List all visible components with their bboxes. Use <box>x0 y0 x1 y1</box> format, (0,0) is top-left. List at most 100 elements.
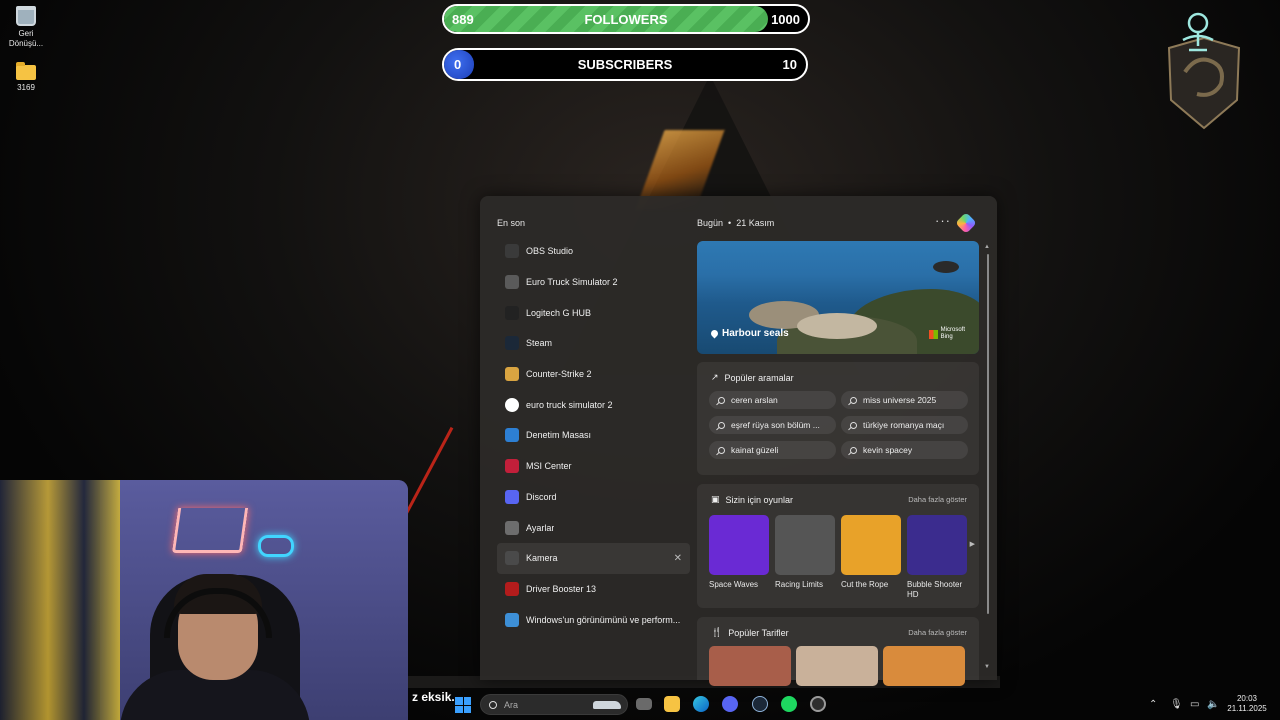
popular-search-pill[interactable]: kainat güzeli <box>709 441 836 459</box>
taskbar-clock[interactable]: 20:03 21.11.2025 <box>1224 694 1270 714</box>
obs-icon <box>505 244 519 259</box>
network-icon[interactable]: ▭ <box>1190 699 1199 710</box>
game-thumbnail <box>775 515 835 575</box>
recent-item[interactable]: Ayarlar <box>497 512 690 543</box>
discord-taskbar-icon[interactable] <box>722 696 738 712</box>
scroll-up-arrow-icon[interactable]: ▲ <box>984 244 990 250</box>
recent-item[interactable]: Steam <box>497 328 690 359</box>
file-explorer-icon[interactable] <box>664 696 680 712</box>
settings-icon <box>505 520 519 535</box>
recent-item[interactable]: MSI Center <box>497 451 690 482</box>
recent-item-label: Kamera <box>526 553 558 564</box>
remove-close-icon[interactable]: ✕ <box>674 553 682 564</box>
recipe-thumbnail[interactable] <box>883 646 965 686</box>
hero-location[interactable]: Harbour seals <box>709 328 789 339</box>
popular-search-text: kainat güzeli <box>731 445 779 455</box>
recent-item[interactable]: Discord <box>497 482 690 513</box>
spotify-icon[interactable] <box>781 696 797 712</box>
popular-search-pill[interactable]: miss universe 2025 <box>841 391 968 409</box>
location-pin-icon <box>709 328 720 339</box>
search-icon <box>489 700 497 709</box>
hero-seal <box>797 313 877 339</box>
taskbar-search[interactable]: Ara <box>480 694 628 715</box>
subscribers-label: SUBSCRIBERS <box>577 57 673 72</box>
control-panel-icon <box>505 428 519 443</box>
driver-booster-icon <box>505 581 519 596</box>
recent-item[interactable]: Counter-Strike 2 <box>497 359 690 390</box>
desktop-icon-folder[interactable]: 3169 <box>1 62 51 93</box>
recent-item[interactable]: Logitech G HUB <box>497 297 690 328</box>
recent-item[interactable]: Kamera ✕ <box>497 542 690 574</box>
popular-search-text: ceren arslan <box>731 395 778 405</box>
start-button[interactable] <box>455 697 471 713</box>
games-card: ▣ Sizin için oyunlar Daha fazla göster S… <box>697 484 979 608</box>
subscribers-goal: 10 <box>782 57 797 72</box>
recent-item[interactable]: euro truck simulator 2 <box>497 389 690 420</box>
popular-search-text: kevin spacey <box>863 445 913 455</box>
game-thumbnail <box>841 515 901 575</box>
recent-item[interactable]: Euro Truck Simulator 2 <box>497 267 690 298</box>
recent-item[interactable]: Denetim Masası <box>497 420 690 451</box>
popular-search-text: miss universe 2025 <box>863 395 937 405</box>
bing-badge: Microsoft Bing <box>928 327 965 341</box>
camera-icon <box>505 551 519 566</box>
recipe-thumbnail[interactable] <box>709 646 791 686</box>
popular-searches-card: ↗ Popüler aramalar ceren arslan miss univ… <box>697 362 979 475</box>
show-hidden-icons-icon[interactable]: ⌃ <box>1149 699 1157 710</box>
popular-search-pill[interactable]: eşref rüya son bölüm ... <box>709 416 836 434</box>
microphone-icon[interactable]: 🎙 <box>1170 699 1183 710</box>
desktop-icon-recycle-bin[interactable]: Geri Dönüşü... <box>1 6 51 49</box>
volume-icon[interactable]: 🔈 <box>1207 699 1219 710</box>
recent-item[interactable]: Driver Booster 13 <box>497 574 690 605</box>
steam-taskbar-icon[interactable] <box>752 696 768 712</box>
game-tile[interactable]: Cut the Rope <box>841 515 903 590</box>
recent-item-label: Ayarlar <box>526 522 555 533</box>
neon-sign <box>171 508 249 553</box>
discord-icon <box>505 489 519 504</box>
recent-item-label: Logitech G HUB <box>526 307 592 318</box>
game-tile[interactable]: Racing Limits <box>775 515 837 590</box>
recent-list: OBS Studio Euro Truck Simulator 2 Logitech… <box>497 236 690 635</box>
recipes-card: 🍴 Popüler Tarifler Daha fazla göster <box>697 617 979 686</box>
recent-item[interactable]: OBS Studio <box>497 236 690 267</box>
search-icon <box>850 396 857 404</box>
folder-icon <box>16 62 36 80</box>
recipes-show-more[interactable]: Daha fazla göster <box>908 628 967 637</box>
webcam-feed <box>0 480 408 720</box>
today-date: 21 Kasım <box>736 218 775 228</box>
games-next-arrow-icon[interactable]: ▶ <box>970 540 975 548</box>
logitech-icon <box>505 305 519 320</box>
recycle-bin-icon <box>16 6 36 26</box>
recent-item[interactable]: Windows'un görünümünü ve perform... <box>497 604 690 635</box>
scrollbar-thumb[interactable] <box>987 254 989 614</box>
games-icon: ▣ <box>711 494 720 504</box>
popular-search-pill[interactable]: kevin spacey <box>841 441 968 459</box>
hero-image-card[interactable]: Harbour seals Microsoft Bing <box>697 241 979 354</box>
recipe-thumbnail[interactable] <box>796 646 878 686</box>
recent-title: En son <box>497 218 526 228</box>
search-highlight-airplane-icon <box>593 701 621 709</box>
task-view-icon[interactable] <box>636 698 652 710</box>
taskbar-search-placeholder: Ara <box>504 699 519 710</box>
scroll-down-arrow-icon[interactable]: ▼ <box>984 664 990 670</box>
search-icon <box>505 397 519 412</box>
games-label: Sizin için oyunlar <box>725 494 794 505</box>
recent-item-label: OBS Studio <box>526 246 574 257</box>
obs-taskbar-icon[interactable] <box>810 696 826 712</box>
game-name: Racing Limits <box>775 580 824 589</box>
copilot-icon[interactable] <box>955 212 977 234</box>
truck-icon <box>505 275 519 290</box>
popular-search-pill[interactable]: ceren arslan <box>709 391 836 409</box>
hero-title: Harbour seals <box>722 328 789 339</box>
search-icon <box>850 421 857 429</box>
hero-bird <box>933 261 959 273</box>
games-show-more[interactable]: Daha fazla göster <box>908 495 967 504</box>
search-icon <box>718 396 725 404</box>
trending-icon: ↗ <box>711 372 719 382</box>
game-tile[interactable]: Bubble Shooter HD <box>907 515 969 600</box>
popular-searches-title: ↗ Popüler aramalar <box>711 372 794 383</box>
popular-search-pill[interactable]: türkiye romanya maçı <box>841 416 968 434</box>
game-tile[interactable]: Space Waves <box>709 515 771 590</box>
edge-icon[interactable] <box>693 696 709 712</box>
more-options-icon[interactable]: ··· <box>935 213 951 228</box>
